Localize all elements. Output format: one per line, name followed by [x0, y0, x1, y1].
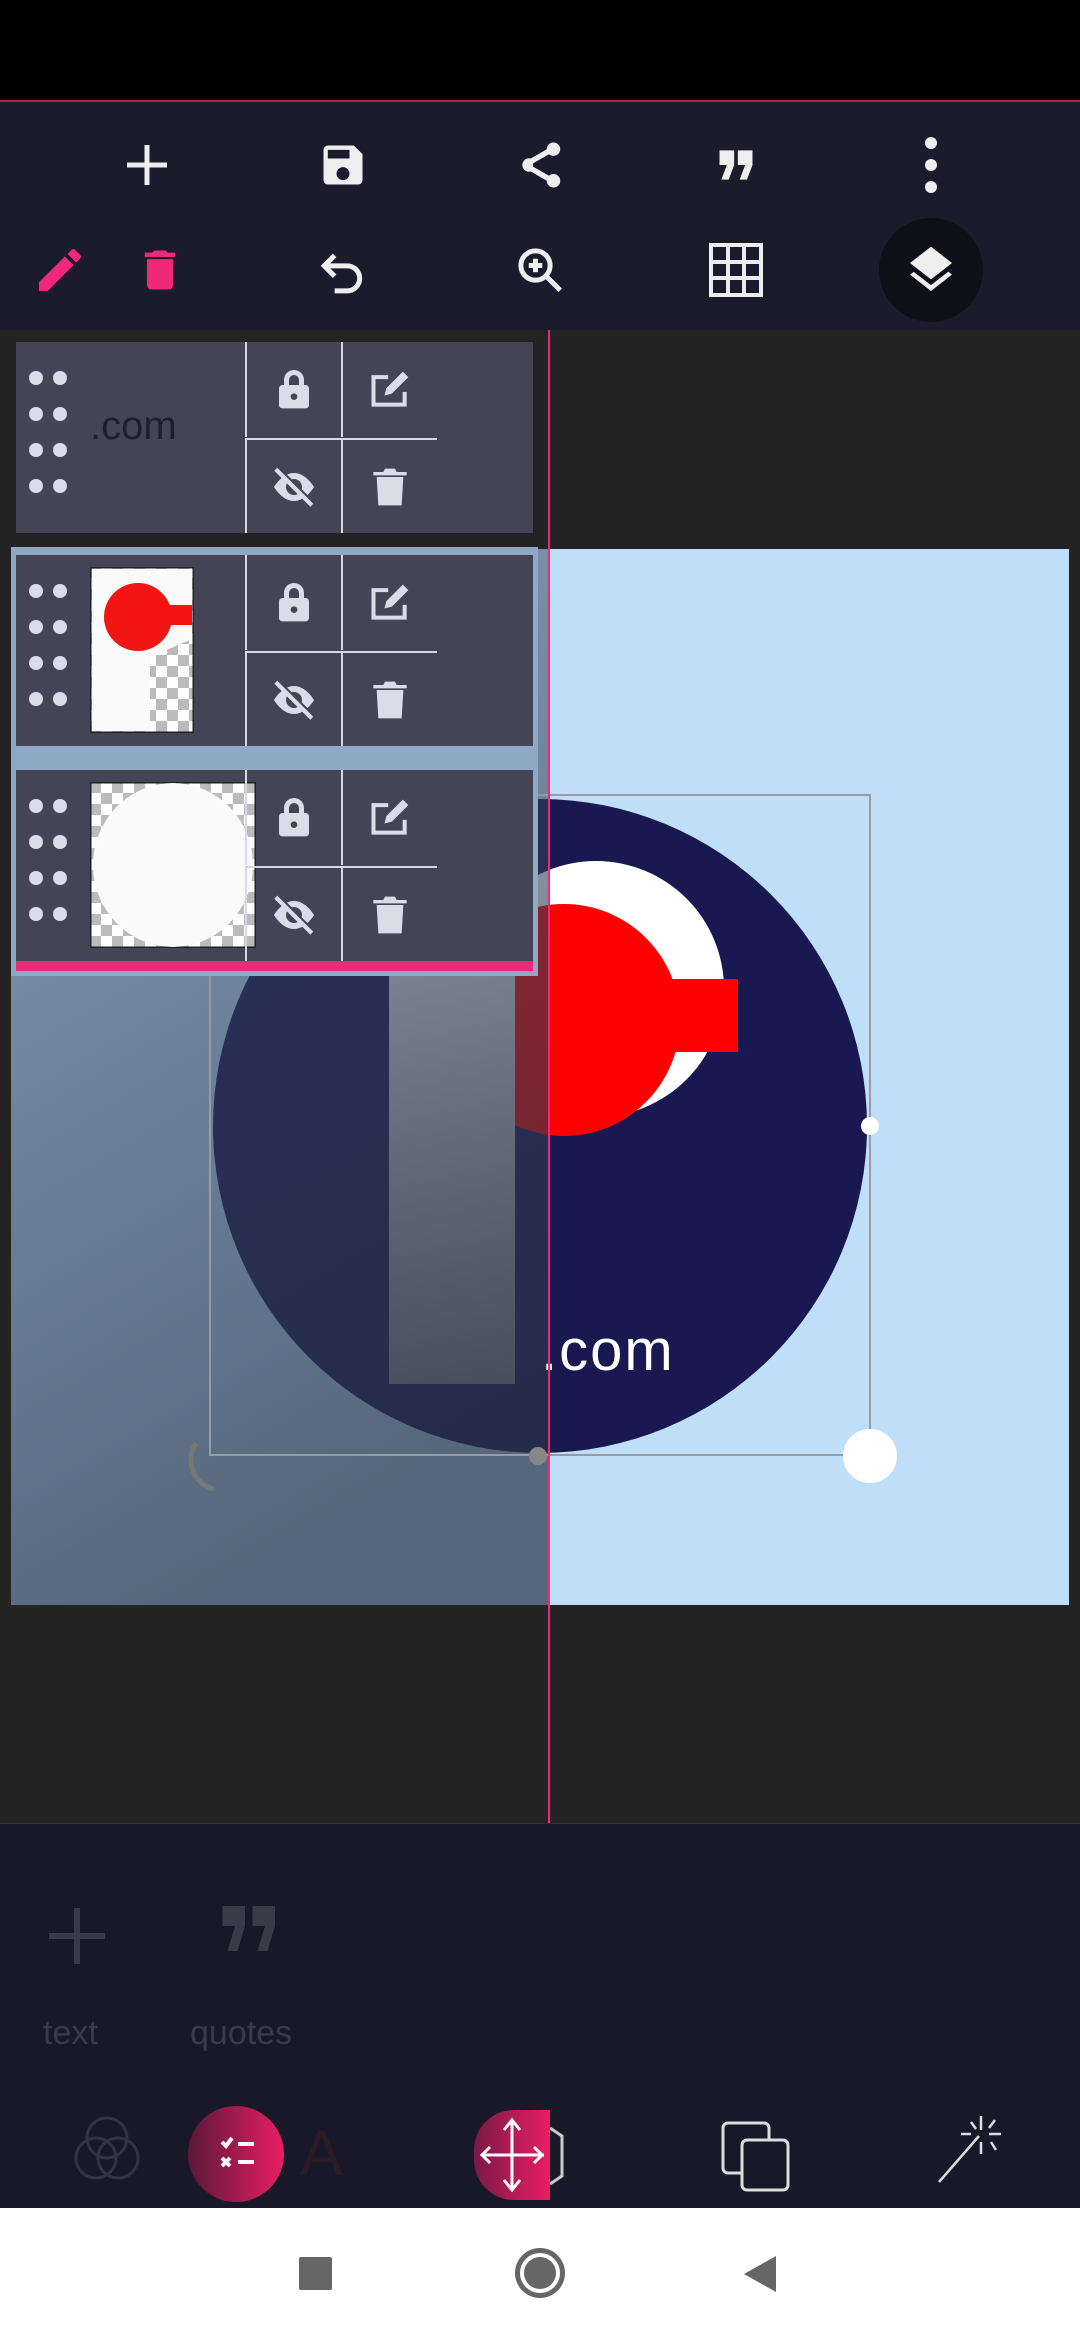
- lock-button[interactable]: [245, 555, 341, 650]
- drag-handle-icon[interactable]: [28, 798, 68, 933]
- selected-layer-indicator: [16, 961, 533, 971]
- lock-icon: [279, 582, 309, 621]
- hide-button[interactable]: [245, 866, 341, 961]
- layer-text-preview: .com: [90, 404, 177, 448]
- edit-button[interactable]: [341, 555, 437, 650]
- magic-wand-icon[interactable]: [935, 2114, 1005, 2186]
- edit-icon: [371, 799, 409, 835]
- copy-icon[interactable]: [720, 2120, 790, 2192]
- move-icon: [479, 2117, 545, 2193]
- edit-icon: [371, 584, 409, 620]
- layer-thumbnail: [90, 567, 194, 733]
- lock-button[interactable]: [245, 770, 341, 865]
- edit-icon: [371, 371, 409, 407]
- trash-icon: [373, 468, 407, 505]
- home-button[interactable]: [515, 2248, 565, 2298]
- delete-layer-button[interactable]: [341, 438, 437, 533]
- bottom-panel: text quotes A: [0, 1823, 1080, 2208]
- trash-icon: [373, 681, 407, 718]
- quotes-label: quotes: [190, 2014, 293, 2052]
- layer-thumbnail: [90, 782, 256, 948]
- lock-button[interactable]: [245, 342, 341, 437]
- visibility-off-icon: [274, 466, 315, 507]
- lock-icon: [279, 797, 309, 836]
- resize-handle: [843, 1429, 897, 1483]
- hide-button[interactable]: [245, 438, 341, 533]
- visibility-off-icon: [274, 894, 315, 935]
- delete-layer-button[interactable]: [341, 651, 437, 746]
- back-button[interactable]: [742, 2254, 778, 2294]
- lock-icon: [279, 369, 309, 408]
- add-text-button[interactable]: [47, 1906, 107, 1971]
- quotes-button[interactable]: [220, 1906, 280, 1961]
- checklist-icon: [220, 2136, 254, 2168]
- quote-icon: [222, 1906, 275, 1951]
- edit-button[interactable]: [341, 342, 437, 437]
- blend-icon[interactable]: [72, 2114, 142, 2184]
- move-button[interactable]: [474, 2110, 550, 2200]
- visibility-off-icon: [274, 679, 315, 720]
- drag-handle-icon[interactable]: [28, 583, 68, 718]
- delete-layer-button[interactable]: [341, 866, 437, 961]
- edit-button[interactable]: [341, 770, 437, 865]
- text-style-icon[interactable]: A: [300, 2116, 343, 2190]
- bottom-handle: [529, 1447, 547, 1465]
- hide-button[interactable]: [245, 651, 341, 746]
- trash-icon: [373, 896, 407, 933]
- system-nav-bar: [0, 2208, 1080, 2340]
- text-label: text: [43, 2014, 98, 2052]
- recents-button[interactable]: [299, 2257, 332, 2290]
- drag-handle-icon[interactable]: [28, 370, 68, 505]
- side-handle: [861, 1117, 879, 1135]
- sticker-icon[interactable]: [550, 2120, 574, 2190]
- add-icon: [49, 1908, 105, 1964]
- checklist-button[interactable]: [188, 2106, 284, 2202]
